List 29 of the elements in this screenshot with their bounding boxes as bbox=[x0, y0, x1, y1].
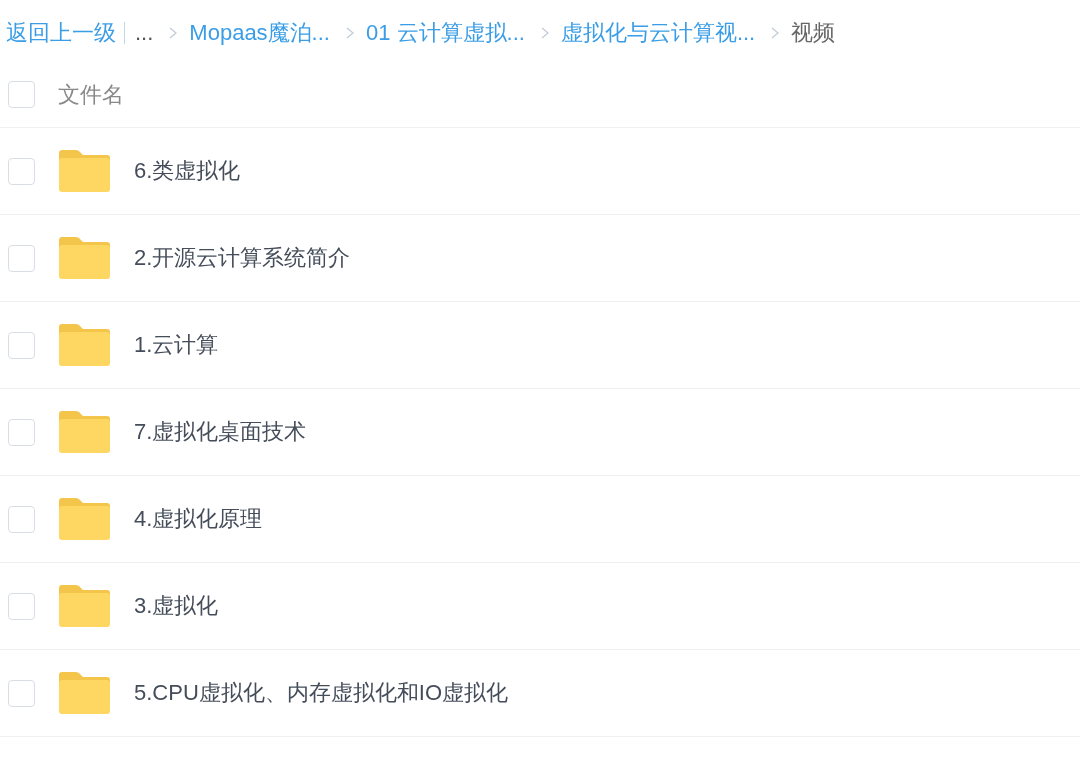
file-name[interactable]: 6.类虚拟化 bbox=[134, 156, 241, 186]
select-all-checkbox[interactable] bbox=[8, 81, 35, 108]
folder-icon bbox=[59, 672, 110, 714]
file-name[interactable]: 5.CPU虚拟化、内存虚拟化和IO虚拟化 bbox=[134, 678, 509, 708]
file-name[interactable]: 2.开源云计算系统简介 bbox=[134, 243, 351, 273]
row-checkbox[interactable] bbox=[8, 679, 35, 707]
file-name[interactable]: 3.虚拟化 bbox=[134, 591, 219, 621]
column-header: 文件名 bbox=[58, 80, 124, 109]
chevron-icon bbox=[345, 27, 354, 39]
row-checkbox[interactable] bbox=[8, 157, 35, 185]
chevron-icon bbox=[771, 27, 780, 39]
current-folder-label: 视频 bbox=[791, 19, 836, 47]
folder-icon bbox=[59, 498, 110, 540]
row-checkbox[interactable] bbox=[8, 244, 35, 272]
folder-icon bbox=[59, 585, 110, 627]
file-name[interactable]: 4.虚拟化原理 bbox=[134, 504, 263, 534]
row-checkbox[interactable] bbox=[8, 505, 35, 533]
chevron-icon bbox=[540, 27, 549, 39]
row-checkbox[interactable] bbox=[8, 331, 35, 359]
more-link[interactable]: ... bbox=[135, 19, 154, 47]
row-checkbox[interactable] bbox=[8, 418, 35, 446]
folder-icon bbox=[59, 324, 110, 366]
folder-icon bbox=[59, 150, 110, 192]
folder-icon bbox=[59, 237, 110, 279]
folder-icon bbox=[59, 411, 110, 453]
chevron-icon bbox=[169, 27, 178, 39]
file-name[interactable]: 1.云计算 bbox=[134, 330, 219, 360]
row-checkbox[interactable] bbox=[8, 592, 35, 620]
file-name[interactable]: 7.虚拟化桌面技术 bbox=[134, 417, 307, 447]
